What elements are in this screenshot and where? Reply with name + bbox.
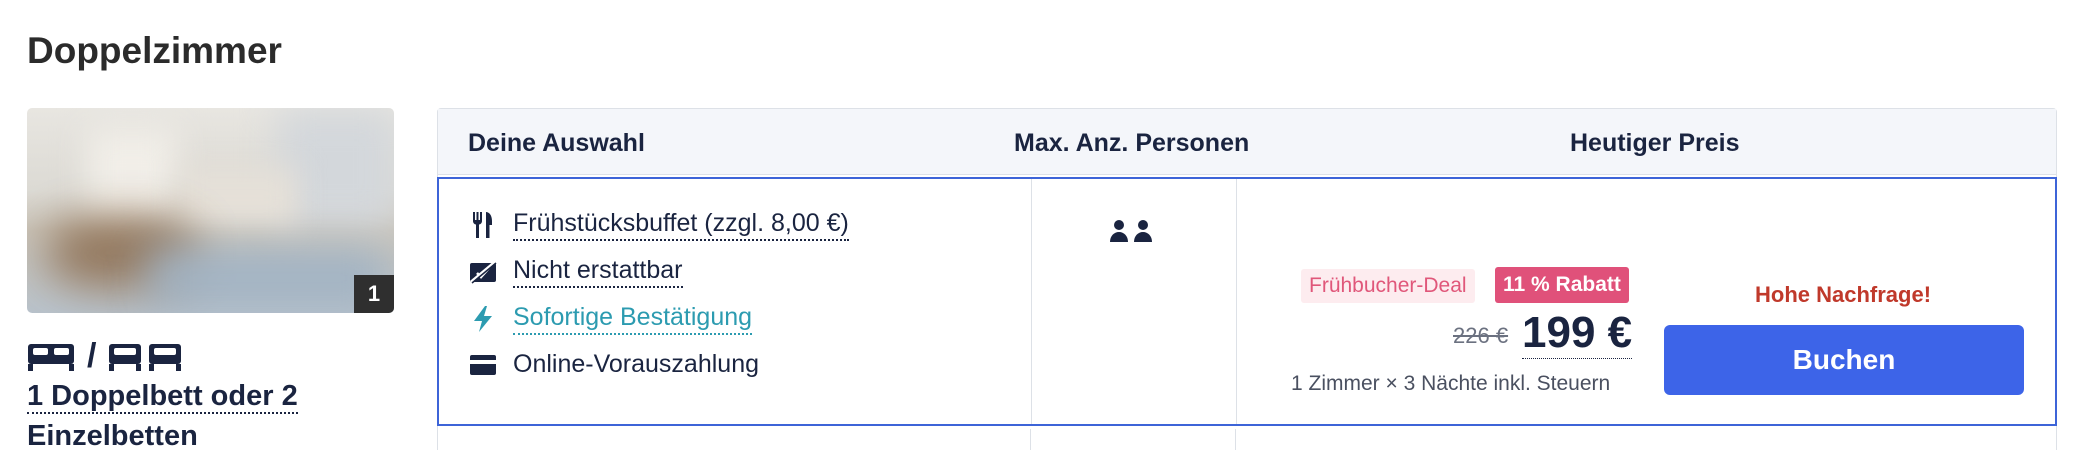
feature-breakfast: Frühstücksbuffet (zzgl. 8,00 €) <box>469 209 849 241</box>
feature-label[interactable]: Sofortige Bestätigung <box>513 303 753 335</box>
high-demand-label: Hohe Nachfrage! <box>1755 282 1932 307</box>
fork-knife-icon <box>469 211 497 239</box>
discount-badge: 11 % Rabatt <box>1495 267 1629 303</box>
room-photo[interactable]: 1 <box>27 108 394 313</box>
two-persons-icon <box>1109 219 1153 243</box>
feature-label: Online-Vorauszahlung <box>513 350 759 378</box>
double-bed-icon <box>28 343 74 371</box>
feature-label[interactable]: Nicht erstattbar <box>513 256 683 288</box>
feature-online-prepayment: Online-Vorauszahlung <box>469 350 759 379</box>
offer-row: Frühstücksbuffet (zzgl. 8,00 €) Nicht er… <box>437 177 2057 426</box>
feature-non-refundable: Nicht erstattbar <box>469 256 683 288</box>
header-price: Heutiger Preis <box>1570 129 1740 157</box>
photo-count-badge: 1 <box>354 275 394 313</box>
current-price[interactable]: 199 € <box>1522 308 1633 359</box>
room-offer-table: Deine Auswahl Max. Anz. Personen Heutige… <box>437 108 2057 450</box>
old-price: 226 € <box>1453 323 1509 348</box>
header-max-persons: Max. Anz. Personen <box>1014 129 1250 157</box>
table-header: Deine Auswahl Max. Anz. Personen Heutige… <box>438 109 2056 175</box>
single-bed-icon <box>109 343 142 371</box>
lightning-icon <box>469 305 497 333</box>
feature-instant-confirmation: Sofortige Bestätigung <box>469 303 753 335</box>
deal-label: Frühbucher-Deal <box>1301 269 1475 303</box>
non-refundable-icon <box>469 258 497 286</box>
header-selection: Deine Auswahl <box>468 129 645 157</box>
book-button[interactable]: Buchen <box>1664 325 2024 395</box>
bed-separator: / <box>87 337 97 375</box>
credit-card-icon <box>469 351 497 379</box>
bed-icons: / <box>27 337 182 376</box>
bed-description[interactable]: 1 Doppelbett oder 2 Einzelbetten <box>27 376 347 450</box>
room-title: Doppelzimmer <box>27 30 282 71</box>
single-bed-icon <box>149 343 182 371</box>
price-note: 1 Zimmer × 3 Nächte inkl. Steuern <box>1291 372 1611 395</box>
feature-label[interactable]: Frühstücksbuffet (zzgl. 8,00 €) <box>513 209 849 241</box>
